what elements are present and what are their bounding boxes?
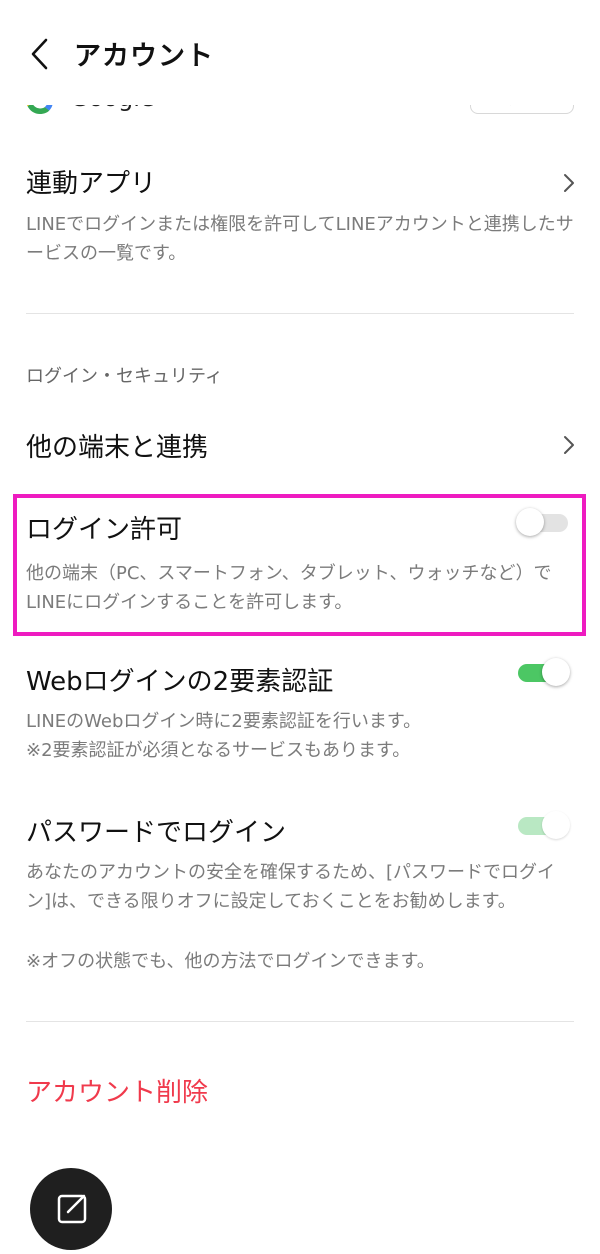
divider [26, 313, 574, 314]
edit-icon [57, 1194, 87, 1224]
toggle-knob [542, 658, 570, 686]
linked-apps-row[interactable]: 連動アプリ LINEでログインまたは権限を許可してLINEアカウントと連携したサ… [0, 150, 600, 280]
web-2fa-description-1: LINEのWebログイン時に2要素認証を行います。 [26, 711, 422, 732]
linked-apps-title: 連動アプリ [26, 169, 157, 199]
page-title: アカウント [74, 41, 214, 72]
password-login-description-2: ※オフの状態でも、他の方法でログインできます。 [26, 951, 435, 972]
delete-account-link[interactable]: アカウント削除 [26, 1072, 208, 1109]
highlight-box [13, 494, 586, 636]
other-devices-row[interactable]: 他の端末と連携 [0, 415, 600, 475]
web-2fa-toggle[interactable] [516, 655, 572, 687]
chevron-right-icon [564, 436, 574, 454]
web-2fa-title: Webログインの2要素認証 [26, 667, 334, 697]
password-login-toggle[interactable] [516, 808, 572, 840]
password-login-description-1: あなたのアカウントの安全を確保するため、[パスワードでログイン]は、できる限りオ… [26, 862, 556, 912]
other-devices-title: 他の端末と連携 [26, 433, 209, 463]
chevron-right-icon [564, 174, 574, 192]
toggle-knob [542, 811, 570, 839]
password-login-row: パスワードでログイン あなたのアカウントの安全を確保するため、[パスワードでログ… [0, 808, 600, 983]
section-label-security: ログイン・セキュリティ [26, 366, 223, 387]
linked-apps-description: LINEでログインまたは権限を許可してLINEアカウントと連携したサービスの一覧… [26, 214, 574, 264]
back-button[interactable] [22, 32, 62, 76]
floating-action-button[interactable] [30, 1168, 112, 1250]
web-2fa-row: Webログインの2要素認証 LINEのWebログイン時に2要素認証を行います。 … [0, 655, 600, 770]
password-login-title: パスワードでログイン [26, 818, 287, 848]
header: アカウント [0, 0, 600, 105]
divider [26, 1021, 574, 1022]
web-2fa-description-2: ※2要素認証が必須となるサービスもあります。 [26, 740, 411, 761]
chevron-left-icon [31, 38, 48, 70]
